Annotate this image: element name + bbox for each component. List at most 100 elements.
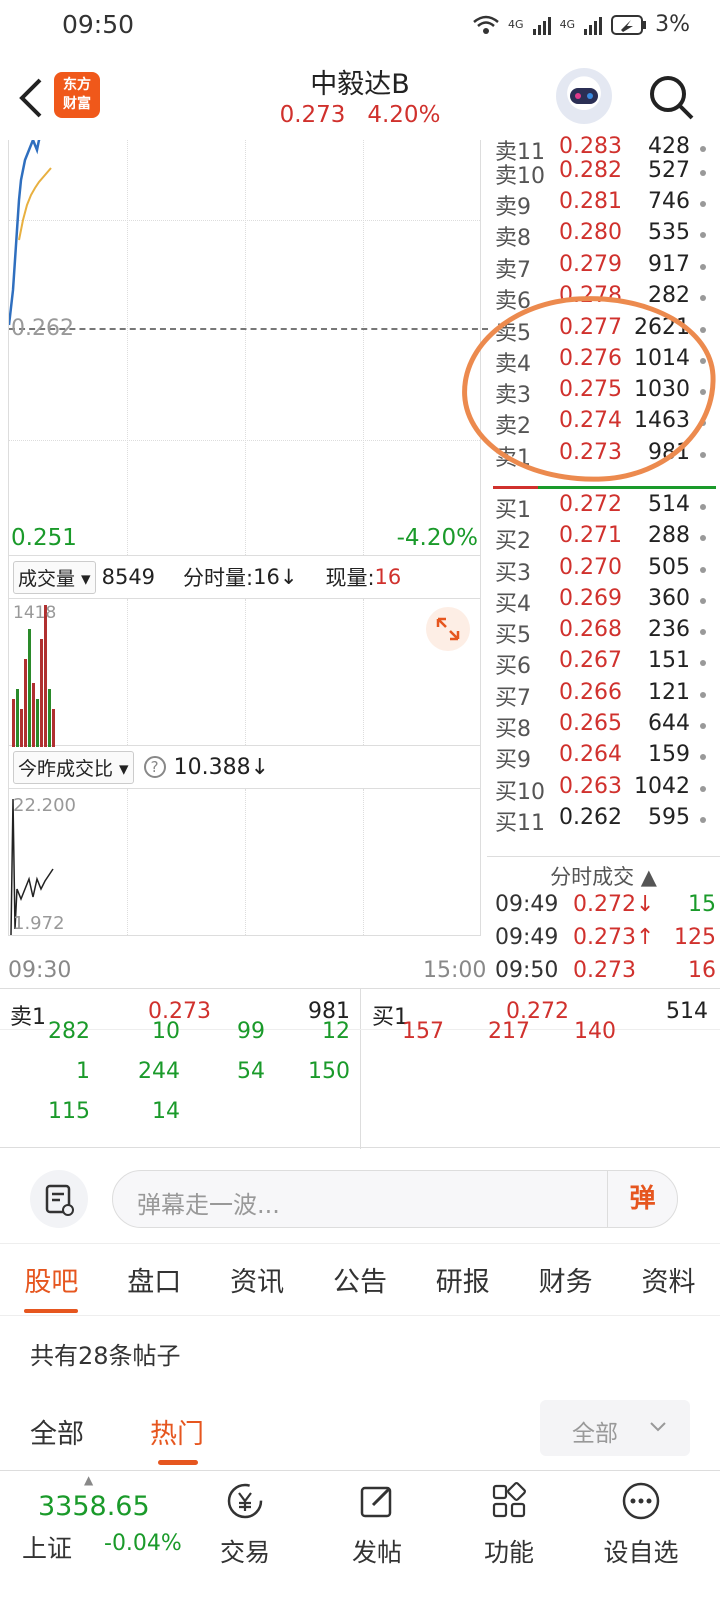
down-arrow-icon: ↓ [250, 754, 270, 780]
ask-row[interactable]: 卖7 0.279 917 [487, 252, 712, 284]
ask-row[interactable]: 卖10 0.282 527 [487, 158, 712, 190]
ratio-chart[interactable]: 22.200 1.972 [8, 788, 481, 936]
bid-price: 0.270 [559, 555, 622, 580]
tab-item[interactable]: 资料 [637, 1260, 699, 1299]
bid-price: 0.268 [559, 617, 622, 642]
bid-volume: 595 [648, 805, 690, 830]
bid-row[interactable]: 买3 0.270 505 [487, 555, 712, 587]
tick-volume: 16 [688, 958, 716, 983]
bid-volume: 236 [648, 617, 690, 642]
bid-row[interactable]: 买1 0.272 514 [487, 492, 712, 524]
index-name[interactable]: 上证 [22, 1529, 72, 1565]
note-settings-icon[interactable] [30, 1170, 88, 1228]
stock-price: 0.273 [279, 102, 346, 128]
tab-item[interactable]: 研报 [432, 1260, 494, 1299]
down-arrow-icon: ↓ [279, 565, 298, 589]
signal-icon: 4G [508, 18, 524, 31]
bid-volume: 151 [648, 648, 690, 673]
minute-vol-value: 16 [253, 565, 280, 589]
bid-row[interactable]: 买9 0.264 159 [487, 742, 712, 774]
danmu-button[interactable]: 弹 [607, 1171, 677, 1227]
tab-item[interactable]: 资讯 [226, 1260, 288, 1299]
bid-price: 0.267 [559, 648, 622, 673]
bid-price: 0.265 [559, 711, 622, 736]
bid-label: 买10 [495, 780, 545, 805]
nav-trade[interactable]: 交易 [190, 1481, 300, 1569]
index-value[interactable]: 3358.65 [38, 1491, 150, 1522]
volume-chart[interactable]: 1418 [8, 598, 481, 747]
tab-item[interactable]: 财务 [535, 1260, 597, 1299]
expand-icon[interactable] [426, 607, 470, 651]
tick-volume: 15 [688, 892, 716, 917]
bid-volume: 288 [648, 523, 690, 548]
ask-volume: 917 [648, 252, 690, 277]
intraday-price-chart[interactable]: 0.262 0.251 -4.20% [8, 140, 488, 556]
order-book: 卖11 0.283 428 卖10 0.282 527 卖9 0.281 746 卖8 0.280 5… [487, 134, 720, 856]
grid-icon [492, 1482, 526, 1518]
stock-change-pct: 4.20% [367, 102, 441, 128]
danmu-placeholder: 弹幕走一波... [137, 1191, 280, 1219]
bid-row[interactable]: 买8 0.265 644 [487, 711, 712, 743]
bid-row[interactable]: 买7 0.266 121 [487, 680, 712, 712]
bid-row[interactable]: 买11 0.262 595 [487, 805, 712, 837]
volume-selector[interactable]: 成交量 ▾ [13, 560, 96, 594]
bid-label: 买8 [495, 717, 531, 742]
status-icons: 4G 4G 3% [472, 12, 690, 37]
grid-line [127, 599, 128, 745]
dot-icon [700, 170, 706, 176]
queue-sell-order: 150 [308, 1059, 350, 1084]
ticks-header[interactable]: 分时成交 ▲ [487, 856, 720, 890]
dot-icon [700, 754, 706, 760]
tab-item[interactable]: 盘口 [123, 1260, 185, 1299]
grid-line [9, 220, 480, 221]
tick-row: 09:49 0.273↑ 125 [487, 925, 720, 958]
danmu-input[interactable]: 弹幕走一波... 弹 [112, 1170, 678, 1228]
dot-icon [700, 567, 706, 573]
robot-assistant-icon[interactable] [556, 68, 612, 124]
nav-watchlist[interactable]: 设自选 [586, 1481, 696, 1569]
tab-item[interactable]: 股吧 [20, 1260, 82, 1313]
ratio-selector[interactable]: 今昨成交比 ▾ [13, 750, 134, 784]
price-line [9, 140, 52, 326]
tick-price: 0.273↑ [573, 925, 655, 950]
grid-line [127, 140, 128, 555]
nav-post[interactable]: 发帖 [322, 1481, 432, 1569]
post-count: 共有28条帖子 [30, 1342, 181, 1370]
ask-label: 卖9 [495, 195, 531, 220]
stock-name: 中毅达B [310, 69, 410, 100]
bid-label: 买1 [495, 498, 531, 523]
bid-price: 0.266 [559, 680, 622, 705]
index-change[interactable]: -0.04% [104, 1531, 182, 1556]
filter-select[interactable]: 全部 [540, 1400, 690, 1456]
nav-functions[interactable]: 功能 [454, 1481, 564, 1569]
bid-row[interactable]: 买6 0.267 151 [487, 648, 712, 680]
bid-row[interactable]: 买10 0.263 1042 [487, 774, 712, 806]
battery-percent: 3% [655, 12, 690, 37]
chart-low-price: 0.251 [11, 525, 77, 551]
bid-volume: 121 [648, 680, 690, 705]
tab-item[interactable]: 公告 [329, 1260, 391, 1299]
dot-icon [700, 504, 706, 510]
bid-row[interactable]: 买2 0.271 288 [487, 523, 712, 555]
ask-row[interactable]: 卖8 0.280 535 [487, 220, 712, 252]
bid-volume: 159 [648, 742, 690, 767]
ask-row[interactable]: 卖9 0.281 746 [487, 189, 712, 221]
battery-icon [611, 14, 647, 35]
bid-price: 0.263 [559, 774, 622, 799]
dot-icon [700, 786, 706, 792]
ratio-value: 10.388 [173, 754, 251, 780]
filter-all[interactable]: 全部 [30, 1412, 84, 1451]
dot-icon [700, 598, 706, 604]
bid-label: 买4 [495, 592, 531, 617]
search-icon[interactable] [646, 72, 696, 122]
bid-volume: 514 [648, 492, 690, 517]
bid-row[interactable]: 买4 0.269 360 [487, 586, 712, 618]
filter-hot[interactable]: 热门 [150, 1412, 204, 1451]
ask-volume: 527 [648, 158, 690, 183]
grid-line [363, 140, 364, 555]
ask-volume: 535 [648, 220, 690, 245]
ask-label: 卖7 [495, 258, 531, 283]
help-icon[interactable]: ? [143, 756, 166, 778]
dot-icon [700, 817, 706, 823]
bid-row[interactable]: 买5 0.268 236 [487, 617, 712, 649]
